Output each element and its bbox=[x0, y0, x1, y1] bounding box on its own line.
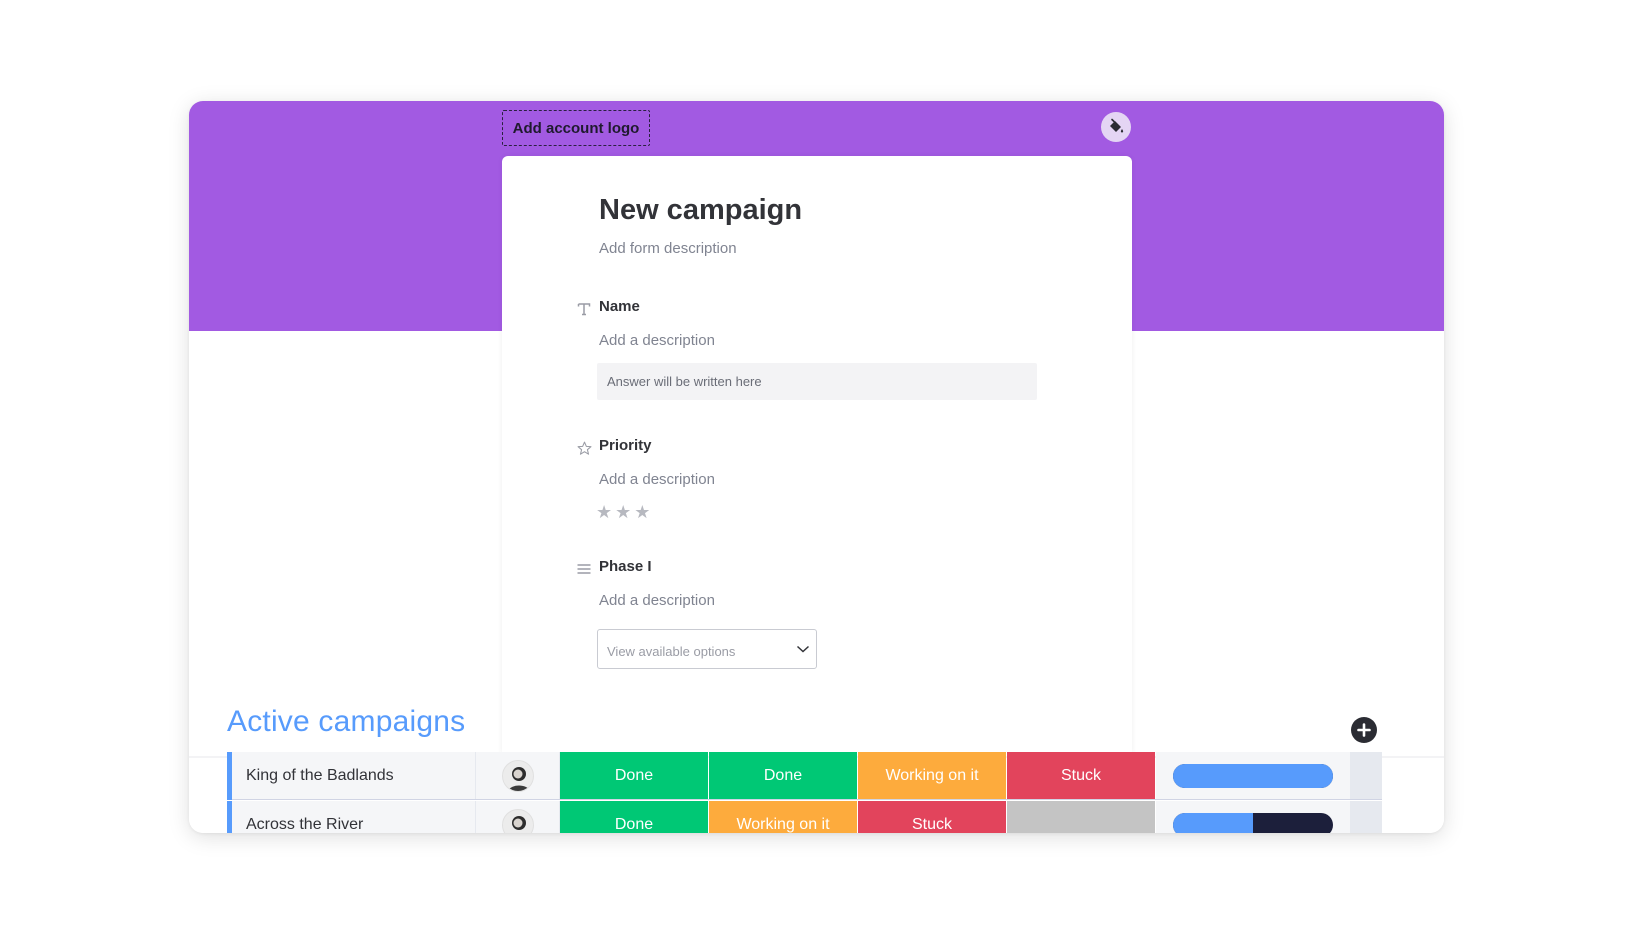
status-cell[interactable]: Stuck bbox=[858, 801, 1006, 833]
question-label-priority[interactable]: Priority bbox=[599, 437, 652, 454]
rating-star-icon[interactable]: ★ bbox=[596, 503, 612, 521]
timeline-bar[interactable] bbox=[1173, 813, 1333, 833]
priority-rating[interactable]: ★ ★ ★ bbox=[596, 503, 650, 521]
status-cell[interactable] bbox=[1007, 801, 1155, 833]
question-label-phase[interactable]: Phase I bbox=[599, 558, 652, 575]
row-divider bbox=[232, 799, 1382, 800]
avatar bbox=[501, 760, 534, 792]
chevron-down-icon bbox=[796, 645, 810, 653]
add-account-logo-button[interactable]: Add account logo bbox=[502, 110, 650, 146]
question-label-name[interactable]: Name bbox=[599, 298, 640, 315]
question-description-phase[interactable]: Add a description bbox=[599, 592, 715, 609]
table-row[interactable]: King of the Badlands Done Done Working o… bbox=[227, 752, 1382, 800]
status-cell[interactable]: Working on it bbox=[858, 752, 1006, 800]
paint-bucket-icon bbox=[1110, 118, 1124, 133]
row-end-cell bbox=[1350, 801, 1382, 833]
list-lines-icon bbox=[576, 561, 592, 577]
status-cell[interactable]: Done bbox=[709, 752, 857, 800]
add-item-button[interactable] bbox=[1351, 717, 1377, 743]
group-title[interactable]: Active campaigns bbox=[227, 705, 465, 739]
phase-options-dropdown[interactable]: View available options bbox=[597, 629, 817, 669]
item-name[interactable]: King of the Badlands bbox=[232, 752, 476, 800]
plus-icon bbox=[1357, 723, 1371, 737]
person-cell[interactable] bbox=[476, 752, 560, 800]
timeline-progress-fill bbox=[1173, 764, 1333, 788]
status-cell[interactable]: Stuck bbox=[1007, 752, 1155, 800]
question-description-name[interactable]: Add a description bbox=[599, 332, 715, 349]
form-card: New campaign Add form description Name A… bbox=[502, 156, 1132, 756]
person-cell[interactable] bbox=[476, 801, 560, 833]
board-table: King of the Badlands Done Done Working o… bbox=[189, 752, 1444, 833]
avatar bbox=[501, 809, 534, 833]
status-cell[interactable]: Working on it bbox=[709, 801, 857, 833]
question-description-priority[interactable]: Add a description bbox=[599, 471, 715, 488]
rating-star-icon[interactable]: ★ bbox=[615, 503, 631, 521]
timeline-progress-fill bbox=[1173, 813, 1253, 833]
timeline-bar[interactable] bbox=[1173, 764, 1333, 788]
rating-star-icon[interactable]: ★ bbox=[634, 503, 650, 521]
theme-paint-button[interactable] bbox=[1101, 112, 1131, 142]
form-title[interactable]: New campaign bbox=[599, 194, 802, 227]
row-end-cell bbox=[1350, 752, 1382, 800]
dropdown-placeholder: View available options bbox=[607, 644, 736, 659]
timeline-cell[interactable] bbox=[1156, 801, 1350, 833]
status-cell[interactable]: Done bbox=[560, 752, 708, 800]
form-description[interactable]: Add form description bbox=[599, 240, 737, 257]
table-row[interactable]: Across the River Done Working on it Stuc… bbox=[227, 801, 1382, 833]
name-answer-input[interactable] bbox=[597, 363, 1037, 400]
text-type-icon bbox=[576, 301, 592, 317]
timeline-cell[interactable] bbox=[1156, 752, 1350, 800]
status-cell[interactable]: Done bbox=[560, 801, 708, 833]
item-name[interactable]: Across the River bbox=[232, 801, 476, 833]
star-outline-icon bbox=[576, 440, 592, 456]
